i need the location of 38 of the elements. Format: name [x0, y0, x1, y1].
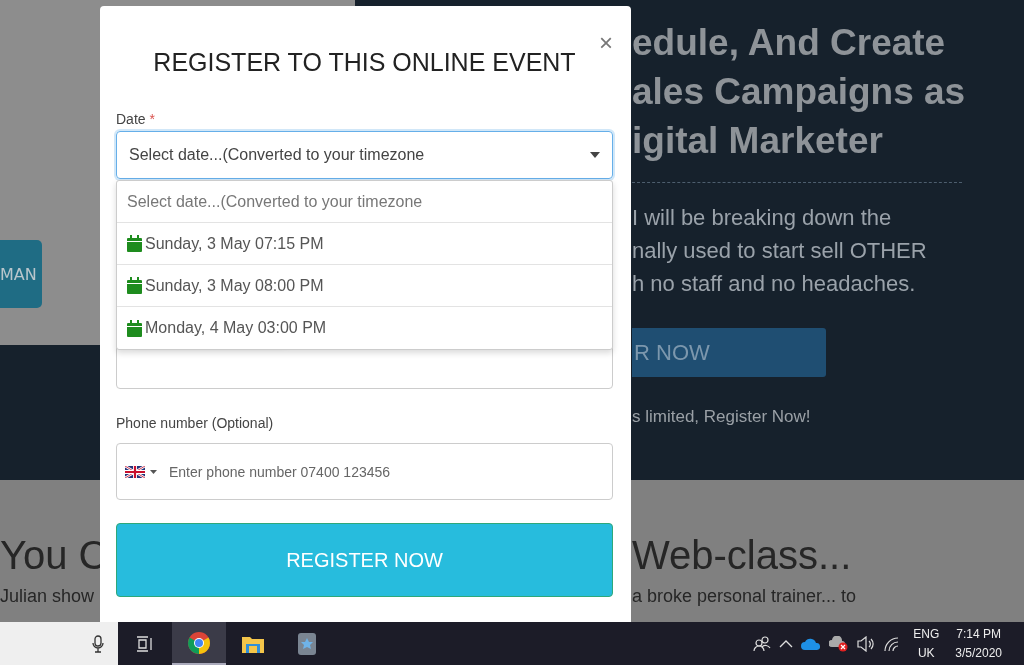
field-label: Phone number (Optional)	[116, 414, 275, 432]
app-icon	[297, 631, 317, 656]
microphone-icon	[92, 634, 104, 653]
people-icon[interactable]	[753, 635, 772, 652]
headline-text: igital Marketer	[632, 119, 884, 163]
section-text: a broke personal trainer... to	[632, 586, 857, 607]
phone-field[interactable]: Enter phone number 07400 123456	[116, 443, 613, 500]
paragraph-text: I will be breaking down the	[632, 204, 893, 232]
date-select[interactable]: Select date...(Converted to your timezone	[116, 131, 613, 179]
task-view-icon	[136, 635, 154, 652]
cloud-error-icon[interactable]	[829, 635, 850, 652]
calendar-icon	[127, 235, 142, 252]
headline-text: edule, And Create	[632, 21, 947, 65]
clock[interactable]: 7:14 PM 3/5/2020	[951, 624, 1006, 663]
country-picker[interactable]	[125, 465, 157, 478]
cloud-icon[interactable]	[801, 637, 822, 650]
volume-icon[interactable]	[857, 635, 876, 652]
caret-icon	[150, 469, 157, 474]
cta-note: s limited, Register Now!	[632, 407, 812, 427]
caret-icon	[590, 152, 600, 158]
taskbar-app[interactable]	[172, 622, 226, 665]
date-option[interactable]: Monday, 4 May 03:00 PM	[117, 307, 612, 349]
headline-text: ales Campaigns as	[632, 70, 966, 114]
date-option[interactable]: Sunday, 3 May 07:15 PM	[117, 223, 612, 265]
language-indicator[interactable]: ENG UK	[909, 624, 944, 663]
dialog-title: REGISTER TO THIS ONLINE EVENT	[152, 47, 577, 78]
chevron-up-icon[interactable]	[779, 639, 794, 648]
close-button[interactable]: ×	[599, 30, 613, 56]
calendar-icon	[127, 319, 142, 337]
section-title: Web-class...	[632, 532, 852, 578]
date-option[interactable]: Select date...(Converted to your timezone	[117, 181, 612, 223]
paragraph-text: h no staff and no headaches.	[632, 270, 917, 298]
section-text: Julian show	[0, 586, 95, 607]
browser-icon	[187, 630, 211, 655]
field-label: Date *	[116, 110, 156, 128]
date-option[interactable]: Sunday, 3 May 08:00 PM	[117, 265, 612, 307]
paragraph-text: nally used to start sell OTHER	[632, 237, 928, 265]
calendar-icon	[127, 277, 142, 294]
